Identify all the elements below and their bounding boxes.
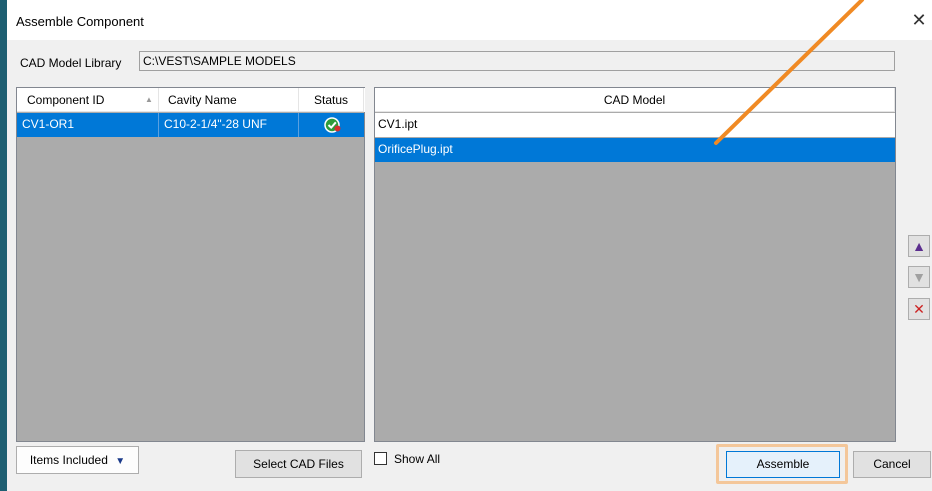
column-header-label: CAD Model: [603, 93, 666, 107]
assemble-component-dialog: Assemble Component ✕ CAD Model Library C…: [7, 0, 932, 491]
move-down-button[interactable]: ▼: [908, 266, 930, 288]
remove-button[interactable]: ✕: [908, 298, 930, 320]
cad-model-table: CAD Model CV1.ipt OrificePlug.ipt: [374, 87, 896, 442]
column-header-status[interactable]: Status: [299, 88, 364, 112]
column-header-label: Cavity Name: [168, 93, 237, 107]
select-cad-files-button[interactable]: Select CAD Files: [235, 450, 362, 478]
move-up-button[interactable]: ▲: [908, 235, 930, 257]
arrow-down-icon: ▼: [912, 269, 926, 285]
close-icon[interactable]: ✕: [910, 10, 928, 30]
check-circle-icon: [324, 117, 341, 133]
select-cad-files-label: Select CAD Files: [253, 457, 344, 471]
cancel-button[interactable]: Cancel: [853, 451, 931, 478]
components-table: Component ID ▲ Cavity Name Status CV1-OR…: [16, 87, 365, 442]
library-path-field: C:\VEST\SAMPLE MODELS: [139, 51, 895, 71]
list-item[interactable]: OrificePlug.ipt: [375, 138, 895, 162]
arrow-up-icon: ▲: [912, 238, 926, 254]
cancel-label: Cancel: [873, 457, 911, 471]
chevron-down-icon: ▼: [115, 456, 126, 467]
items-included-label: Items Included: [29, 453, 108, 467]
assemble-label: Assemble: [756, 457, 810, 471]
cell-cavity-name: C10-2-1/4"-28 UNF: [159, 113, 299, 137]
cad-model-name: OrificePlug.ipt: [378, 142, 453, 156]
assemble-button[interactable]: Assemble: [726, 451, 840, 478]
title-bar: Assemble Component ✕: [7, 0, 932, 40]
items-included-dropdown[interactable]: Items Included ▼: [16, 446, 139, 474]
cad-model-name: CV1.ipt: [378, 117, 418, 131]
cell-component-id: CV1-OR1: [17, 113, 159, 137]
show-all-checkbox[interactable]: [374, 452, 387, 465]
column-header-label: Component ID: [27, 93, 105, 107]
table-row[interactable]: CV1-OR1 C10-2-1/4"-28 UNF: [17, 113, 364, 137]
column-header-component-id[interactable]: Component ID ▲: [17, 88, 159, 112]
show-all-label: Show All: [394, 452, 441, 466]
list-item[interactable]: CV1.ipt: [375, 113, 895, 137]
column-header-cad-model[interactable]: CAD Model: [375, 88, 895, 112]
remove-x-icon: ✕: [913, 301, 925, 317]
cell-status: [299, 113, 364, 137]
column-header-cavity-name[interactable]: Cavity Name: [159, 88, 299, 112]
dialog-title: Assemble Component: [16, 14, 144, 29]
sort-ascending-icon: ▲: [145, 95, 153, 104]
library-label: CAD Model Library: [20, 56, 122, 70]
column-header-label: Status: [313, 93, 349, 107]
